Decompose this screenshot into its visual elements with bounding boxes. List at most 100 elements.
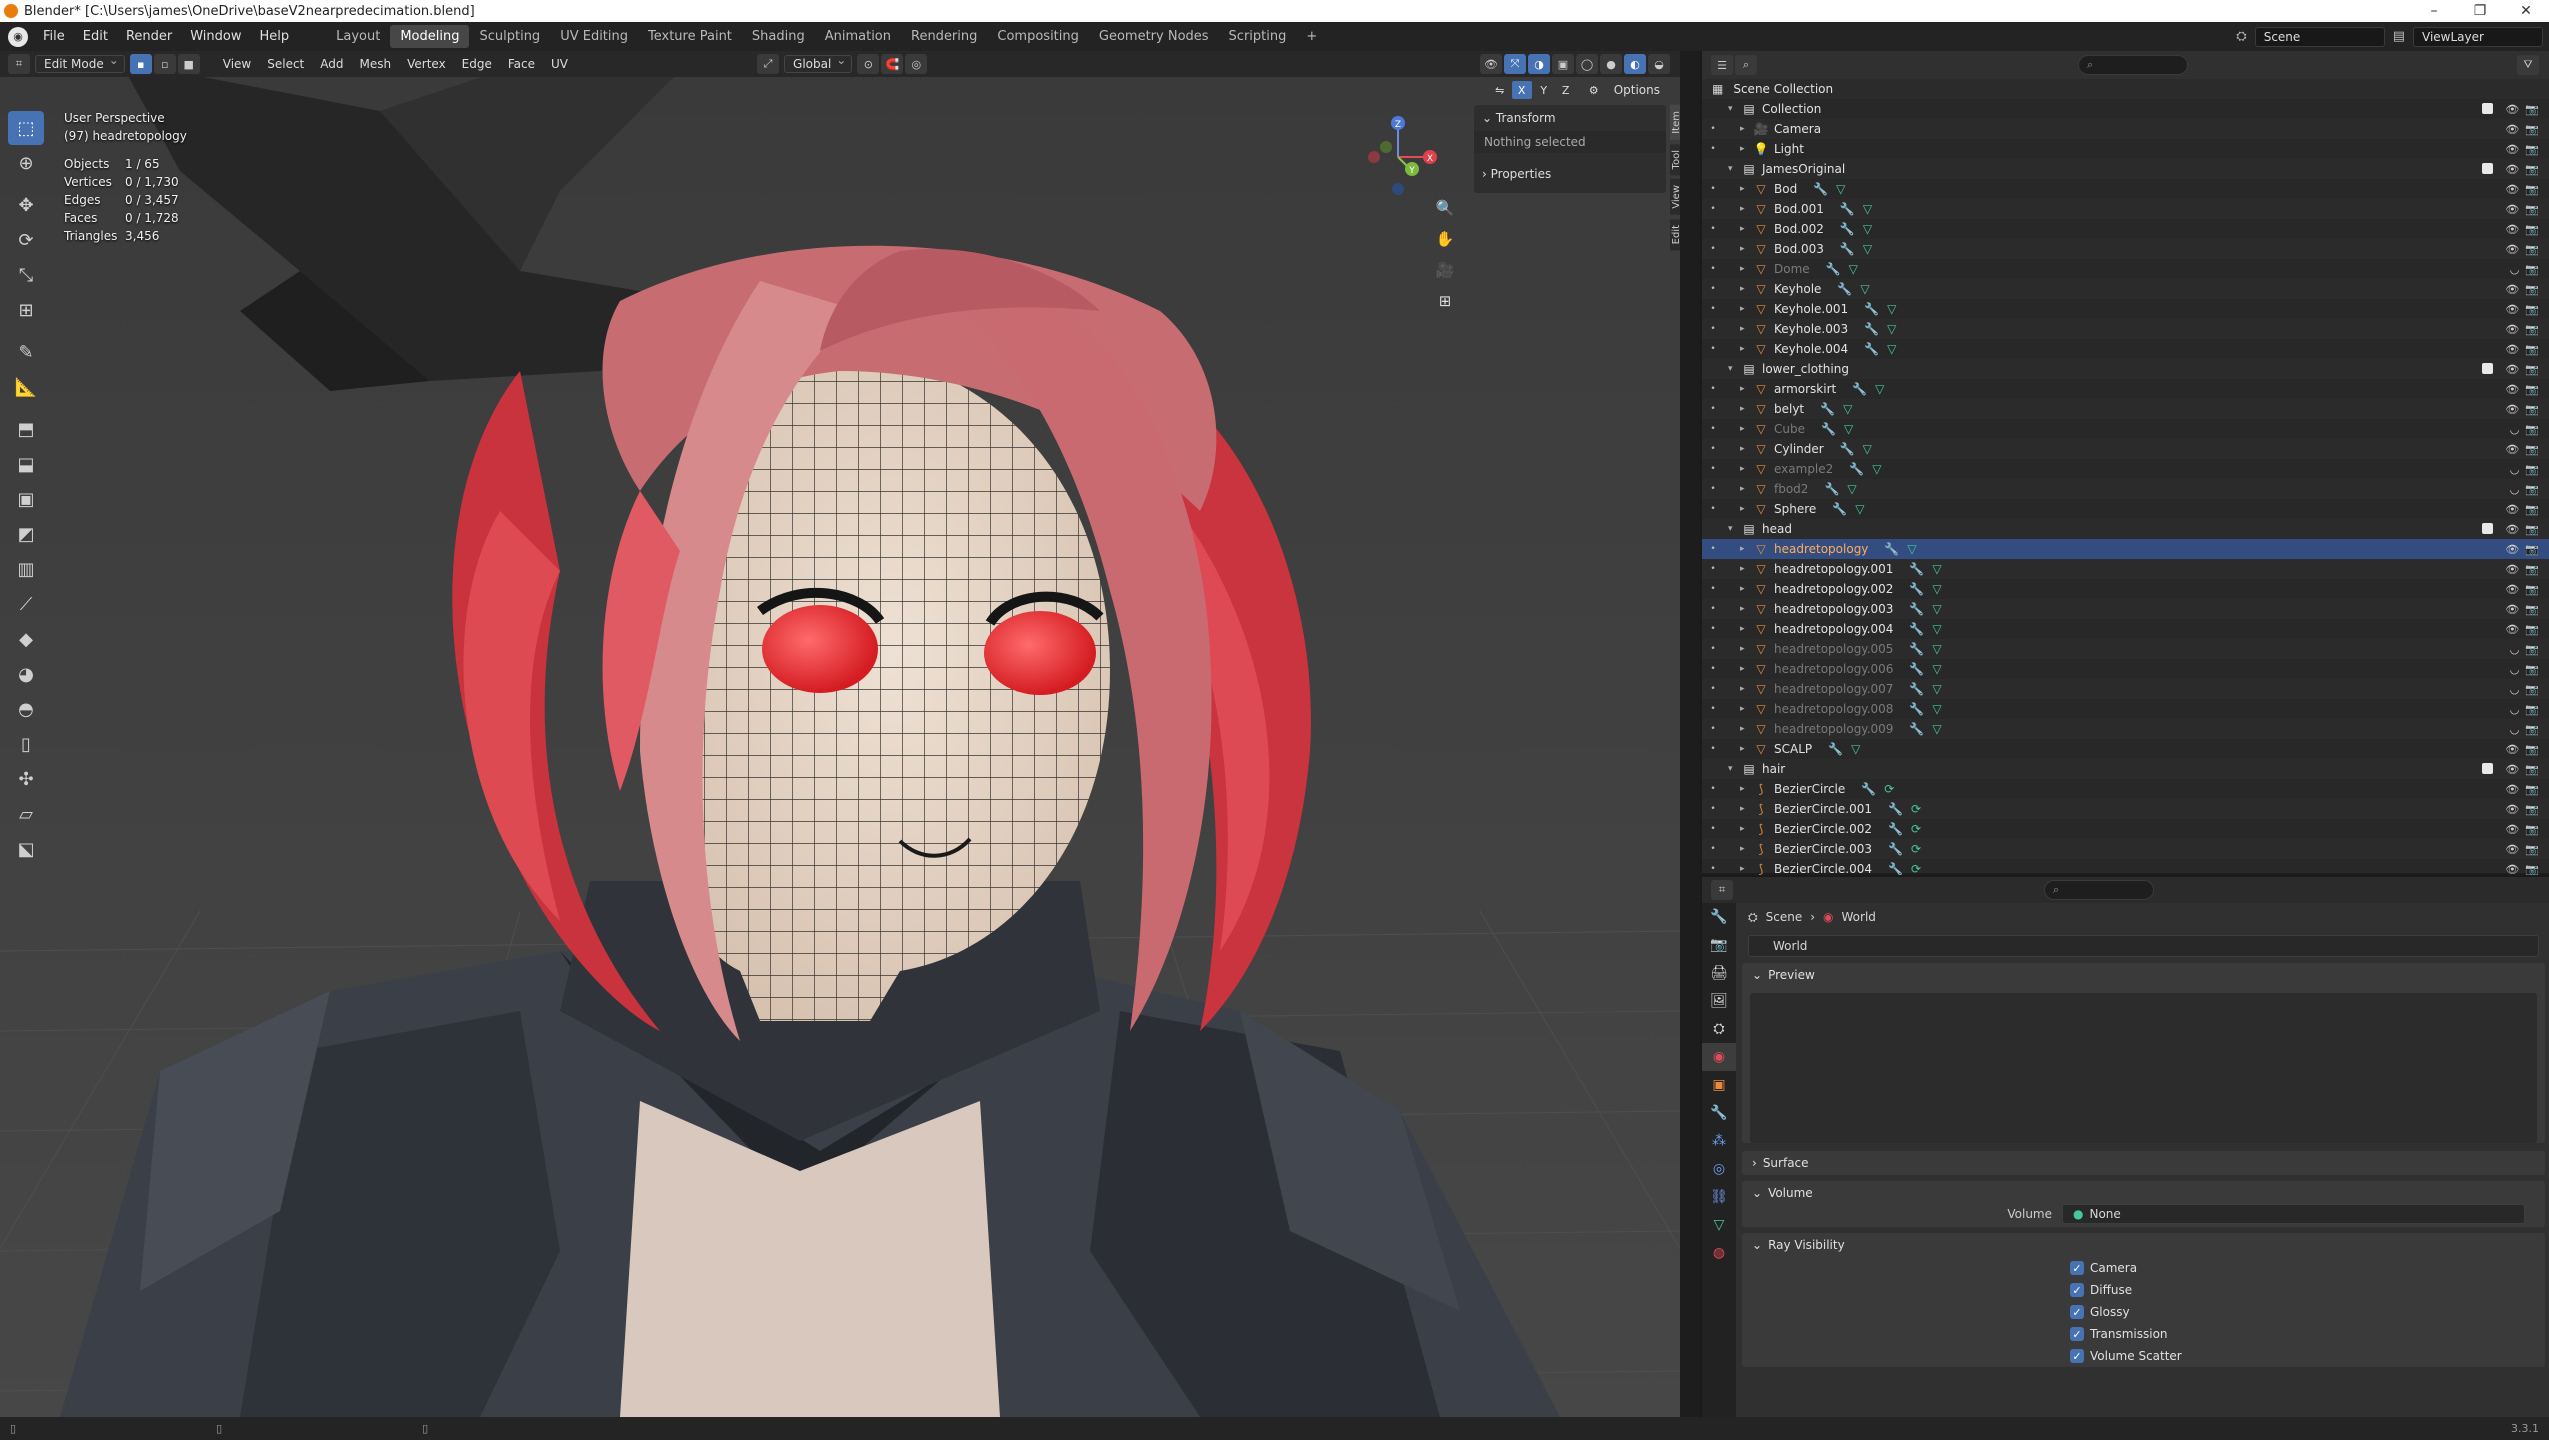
outliner-object-row[interactable]: • ▸ ▽ Dome 🔧 ▽ ◡ 📷 bbox=[1702, 259, 2549, 279]
tab-view[interactable]: View bbox=[1670, 179, 1680, 215]
row-mode-dot-icon[interactable]: • bbox=[1702, 824, 1724, 834]
row-mode-dot-icon[interactable]: • bbox=[1702, 604, 1724, 614]
shading-wireframe-icon[interactable]: ◯ bbox=[1576, 54, 1598, 74]
render-camera-icon[interactable]: 📷 bbox=[2525, 183, 2539, 196]
scale-icon[interactable]: ⤡ bbox=[8, 258, 44, 292]
render-camera-icon[interactable]: 📷 bbox=[2525, 563, 2539, 576]
row-mode-dot-icon[interactable]: • bbox=[1702, 584, 1724, 594]
expand-right-icon[interactable]: ▸ bbox=[1740, 684, 1752, 694]
row-mode-dot-icon[interactable]: • bbox=[1702, 744, 1724, 754]
expand-right-icon[interactable]: ▸ bbox=[1740, 704, 1752, 714]
tab-texture-paint[interactable]: Texture Paint bbox=[638, 25, 742, 48]
eye-icon[interactable]: 👁 bbox=[2505, 783, 2519, 796]
eye-icon[interactable]: 👁 bbox=[2505, 743, 2519, 756]
outliner-object-row[interactable]: • ▸ ▽ headretopology.006 🔧 ▽ ◡ 📷 bbox=[1702, 659, 2549, 679]
maximize-button[interactable]: ❐ bbox=[2457, 3, 2503, 19]
view-layer-field[interactable]: ViewLayer bbox=[2413, 26, 2543, 47]
expand-right-icon[interactable]: ▸ bbox=[1740, 624, 1752, 634]
modifier-wrench-icon[interactable]: 🔧 bbox=[1909, 682, 1924, 696]
measure-icon[interactable]: 📐 bbox=[8, 370, 44, 404]
expand-right-icon[interactable]: ▸ bbox=[1740, 404, 1752, 414]
display-mode-icon[interactable]: ⌕ bbox=[1735, 55, 1757, 75]
row-mode-dot-icon[interactable]: • bbox=[1702, 464, 1724, 474]
ray-camera-checkbox[interactable]: ✓ Camera bbox=[1742, 1257, 2545, 1279]
smooth-icon[interactable]: ◓ bbox=[8, 692, 44, 726]
expand-down-icon[interactable]: ▾ bbox=[1728, 524, 1740, 534]
modifier-wrench-icon[interactable]: 🔧 bbox=[1840, 202, 1855, 216]
move-icon[interactable]: ✥ bbox=[8, 188, 44, 222]
outliner-object-row[interactable]: • ▸ ▽ Keyhole.003 🔧 ▽ 👁 📷 bbox=[1702, 319, 2549, 339]
ray-visibility-panel-header[interactable]: ⌄ Ray Visibility bbox=[1742, 1233, 2545, 1257]
filter-icon[interactable]: ⛛ bbox=[2517, 55, 2539, 75]
outliner-object-row[interactable]: • ▸ ▽ Sphere 🔧 ▽ 👁 📷 bbox=[1702, 499, 2549, 519]
mesh-data-icon[interactable]: ▽ bbox=[1932, 622, 1941, 636]
curve-data-icon[interactable]: ⟳ bbox=[1911, 862, 1921, 876]
render-camera-icon[interactable]: 📷 bbox=[2525, 123, 2539, 136]
curve-data-icon[interactable]: ⟳ bbox=[1911, 842, 1921, 856]
outliner-object-row[interactable]: • ▸ ▽ Bod.001 🔧 ▽ 👁 📷 bbox=[1702, 199, 2549, 219]
outliner-object-row[interactable]: • ▸ ▽ headretopology.004 🔧 ▽ 👁 📷 bbox=[1702, 619, 2549, 639]
menu-add[interactable]: Add bbox=[312, 55, 351, 73]
eye-icon[interactable]: ◡ bbox=[2510, 703, 2520, 716]
modifier-wrench-icon[interactable]: 🔧 bbox=[1864, 342, 1879, 356]
3d-viewport[interactable]: ⌗ Edit Mode ▪ ▫ ■ View Select Add Mesh V… bbox=[0, 51, 1680, 1417]
particles-tab-icon[interactable]: ⁂ bbox=[1702, 1127, 1736, 1155]
render-camera-icon[interactable]: 📷 bbox=[2525, 603, 2539, 616]
bevel-icon[interactable]: ◩ bbox=[8, 517, 44, 551]
menu-help[interactable]: Help bbox=[251, 29, 299, 44]
modifier-wrench-icon[interactable]: 🔧 bbox=[1909, 642, 1924, 656]
expand-right-icon[interactable]: ▸ bbox=[1740, 864, 1752, 874]
render-camera-icon[interactable]: 📷 bbox=[2525, 523, 2539, 536]
render-camera-icon[interactable]: 📷 bbox=[2525, 783, 2539, 796]
pan-hand-icon[interactable]: ✋ bbox=[1430, 224, 1460, 254]
outliner-object-row[interactable]: • ▸ ▽ headretopology.001 🔧 ▽ 👁 📷 bbox=[1702, 559, 2549, 579]
row-mode-dot-icon[interactable]: • bbox=[1702, 264, 1724, 274]
eye-icon[interactable]: ◡ bbox=[2510, 483, 2520, 496]
render-camera-icon[interactable]: 📷 bbox=[2525, 683, 2539, 696]
mesh-data-icon[interactable]: ▽ bbox=[1847, 482, 1856, 496]
mesh-data-icon[interactable]: ▽ bbox=[1863, 442, 1872, 456]
mesh-data-icon[interactable]: ▽ bbox=[1932, 662, 1941, 676]
physics-tab-icon[interactable]: ◎ bbox=[1702, 1155, 1736, 1183]
render-camera-icon[interactable]: 📷 bbox=[2525, 663, 2539, 676]
tab-item[interactable]: Item bbox=[1670, 105, 1680, 140]
mesh-data-icon[interactable]: ▽ bbox=[1843, 402, 1852, 416]
row-mode-dot-icon[interactable]: • bbox=[1702, 804, 1724, 814]
expand-right-icon[interactable]: ▸ bbox=[1740, 184, 1752, 194]
expand-right-icon[interactable]: ▸ bbox=[1740, 424, 1752, 434]
eye-icon[interactable]: ◡ bbox=[2510, 683, 2520, 696]
expand-right-icon[interactable]: ▸ bbox=[1740, 244, 1752, 254]
menu-mesh[interactable]: Mesh bbox=[352, 55, 400, 73]
expand-right-icon[interactable]: ▸ bbox=[1740, 724, 1752, 734]
world-datablock-field[interactable]: World bbox=[1748, 935, 2539, 957]
modifier-wrench-icon[interactable]: 🔧 bbox=[1832, 502, 1847, 516]
inset-icon[interactable]: ▣ bbox=[8, 482, 44, 516]
render-camera-icon[interactable]: 📷 bbox=[2525, 283, 2539, 296]
eye-icon[interactable]: 👁 bbox=[2505, 763, 2519, 776]
mesh-data-icon[interactable]: ▽ bbox=[1932, 562, 1941, 576]
modifier-wrench-icon[interactable]: 🔧 bbox=[1884, 542, 1899, 556]
outliner-object-row[interactable]: • ▸ 💡 Light 👁 📷 bbox=[1702, 139, 2549, 159]
row-mode-dot-icon[interactable]: • bbox=[1702, 424, 1724, 434]
eye-icon[interactable]: 👁 bbox=[2505, 843, 2519, 856]
mesh-data-icon[interactable]: ▽ bbox=[1872, 462, 1881, 476]
expand-right-icon[interactable]: ▸ bbox=[1740, 484, 1752, 494]
shear-icon[interactable]: ▱ bbox=[8, 797, 44, 831]
row-mode-dot-icon[interactable]: • bbox=[1702, 324, 1724, 334]
shading-solid-icon[interactable]: ● bbox=[1600, 54, 1622, 74]
row-mode-dot-icon[interactable]: • bbox=[1702, 564, 1724, 574]
render-camera-icon[interactable]: 📷 bbox=[2525, 803, 2539, 816]
row-mode-dot-icon[interactable]: • bbox=[1702, 784, 1724, 794]
eye-icon[interactable]: ◡ bbox=[2510, 663, 2520, 676]
tab-scripting[interactable]: Scripting bbox=[1219, 25, 1297, 48]
volume-field[interactable]: ● None bbox=[2062, 1204, 2525, 1224]
pivot-icon[interactable]: ⊙ bbox=[857, 54, 880, 74]
outliner-object-row[interactable]: • ▸ ▽ headretopology.002 🔧 ▽ 👁 📷 bbox=[1702, 579, 2549, 599]
outliner-collection-row[interactable]: ▾ ▤ head 👁 📷 bbox=[1702, 519, 2549, 539]
outliner-object-row[interactable]: • ▸ ⟆ BezierCircle.001 🔧 ⟳ 👁 📷 bbox=[1702, 799, 2549, 819]
shading-rendered-icon[interactable]: ◒ bbox=[1648, 54, 1670, 74]
outliner-object-row[interactable]: • ▸ ▽ belyt 🔧 ▽ 👁 📷 bbox=[1702, 399, 2549, 419]
render-camera-icon[interactable]: 📷 bbox=[2525, 323, 2539, 336]
tab-sculpting[interactable]: Sculpting bbox=[469, 25, 550, 48]
expand-right-icon[interactable]: ▸ bbox=[1740, 504, 1752, 514]
